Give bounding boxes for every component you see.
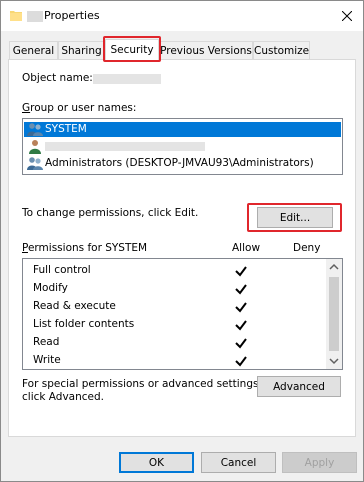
allow-check-icon bbox=[235, 356, 247, 367]
permissions-label: Permissions for SYSTEM bbox=[22, 242, 148, 254]
scroll-up-icon[interactable] bbox=[329, 262, 339, 272]
edit-button[interactable]: Edit... bbox=[257, 207, 333, 228]
blurred-user-name bbox=[45, 142, 205, 151]
scroll-thumb[interactable] bbox=[329, 277, 339, 351]
blurred-folder-name bbox=[27, 11, 43, 22]
allow-check-icon bbox=[235, 302, 247, 313]
tab-general[interactable]: General bbox=[9, 41, 58, 59]
object-name-label: Object name: bbox=[22, 72, 93, 84]
users-group-icon bbox=[27, 123, 43, 136]
user-name: SYSTEM bbox=[45, 123, 87, 135]
close-button[interactable] bbox=[331, 1, 363, 31]
permission-row: List folder contents bbox=[33, 318, 135, 330]
user-name: Administrators (DESKTOP-JMVAU93\Administ… bbox=[45, 157, 314, 169]
tab-security[interactable]: Security bbox=[105, 39, 159, 60]
folder-icon bbox=[10, 11, 22, 21]
user-list[interactable]: SYSTEM Administrators (DESKTOP-JMVAU93\A… bbox=[22, 118, 343, 175]
advanced-text-line1: For special permissions or advanced sett… bbox=[22, 378, 262, 390]
allow-check-icon bbox=[235, 284, 247, 295]
permission-row: Full control bbox=[33, 264, 91, 276]
window-title: Properties bbox=[44, 9, 100, 22]
tab-previous-versions[interactable]: Previous Versions bbox=[159, 41, 253, 59]
tab-sharing[interactable]: Sharing bbox=[58, 41, 105, 59]
properties-dialog: Properties General Sharing Security Prev… bbox=[0, 0, 364, 482]
tab-customize[interactable]: Customize bbox=[253, 41, 310, 59]
allow-header: Allow bbox=[232, 242, 261, 254]
permission-row: Read bbox=[33, 336, 60, 348]
permission-row: Write bbox=[33, 354, 61, 366]
object-name-value bbox=[93, 74, 161, 84]
advanced-button[interactable]: Advanced bbox=[257, 376, 341, 397]
permission-row: Modify bbox=[33, 282, 68, 294]
permissions-list[interactable]: Full control Modify Read & execute List … bbox=[22, 258, 343, 370]
allow-check-icon bbox=[235, 320, 247, 331]
group-label: Group or user names: bbox=[22, 102, 137, 114]
user-row-system[interactable]: SYSTEM bbox=[24, 122, 341, 137]
scroll-down-icon[interactable] bbox=[329, 356, 339, 366]
title-bar[interactable]: Properties bbox=[1, 1, 363, 31]
allow-check-icon bbox=[235, 338, 247, 349]
change-permissions-text: To change permissions, click Edit. bbox=[22, 207, 199, 219]
deny-header: Deny bbox=[293, 242, 321, 254]
user-icon bbox=[29, 140, 41, 154]
ok-button[interactable]: OK bbox=[119, 452, 194, 473]
permission-row: Read & execute bbox=[33, 300, 116, 312]
advanced-text-line2: click Advanced. bbox=[22, 391, 105, 403]
close-icon bbox=[342, 11, 352, 21]
security-panel: Object name: Group or user names: SYSTEM bbox=[8, 59, 356, 437]
users-group-icon bbox=[27, 157, 43, 170]
permissions-scrollbar[interactable] bbox=[326, 259, 342, 369]
allow-check-icon bbox=[235, 266, 247, 277]
cancel-button[interactable]: Cancel bbox=[201, 452, 276, 473]
apply-button[interactable]: Apply bbox=[282, 452, 357, 473]
